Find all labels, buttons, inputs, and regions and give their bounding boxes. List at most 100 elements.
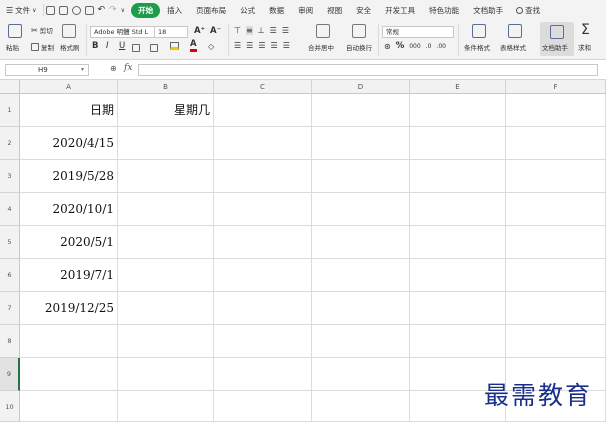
clear-format-button[interactable]: ◇	[208, 42, 214, 51]
thousands-button[interactable]: 000	[409, 43, 420, 50]
file-menu[interactable]: ☰ 文件 ∨	[6, 5, 43, 16]
decrease-decimal-icon[interactable]: .00	[436, 43, 446, 50]
cell-a4[interactable]: 2020/10/1	[20, 193, 118, 226]
cell-a2[interactable]: 2020/4/15	[20, 127, 118, 160]
row-header-6[interactable]: 6	[0, 259, 20, 292]
grid-cell[interactable]	[118, 292, 214, 325]
cell-a7[interactable]: 2019/12/25	[20, 292, 118, 325]
print-preview-icon[interactable]	[84, 5, 94, 15]
grid-cell[interactable]	[410, 94, 506, 127]
name-box[interactable]: H9 ▾	[5, 64, 89, 76]
save-icon[interactable]	[45, 5, 55, 15]
tab-data[interactable]: 数据	[262, 3, 291, 18]
grid-cell[interactable]	[214, 226, 312, 259]
grid-cell[interactable]	[118, 358, 214, 391]
grid-cell[interactable]	[312, 358, 410, 391]
grid-cell[interactable]	[506, 226, 606, 259]
grid-cell[interactable]	[118, 160, 214, 193]
undo-icon[interactable]: ↶	[98, 5, 106, 15]
sum-icon[interactable]: Σ	[581, 22, 590, 38]
grid-cell[interactable]	[312, 292, 410, 325]
tab-home[interactable]: 开始	[131, 2, 161, 18]
grid-cell[interactable]	[118, 259, 214, 292]
wrap-text-button[interactable]	[352, 24, 366, 38]
cell-style-button[interactable]	[150, 43, 158, 52]
select-all-corner[interactable]	[0, 80, 20, 94]
grid-cell[interactable]	[214, 358, 312, 391]
tab-security[interactable]: 安全	[349, 3, 378, 18]
tab-doc-assistant[interactable]: 文档助手	[466, 3, 510, 18]
grid-cell[interactable]	[20, 358, 118, 391]
outdent-icon[interactable]: ☰	[282, 26, 289, 35]
column-header-a[interactable]: A	[20, 80, 118, 94]
merge-center-button[interactable]	[316, 24, 330, 38]
zoom-icon[interactable]: ⊕	[110, 64, 117, 73]
grid-cell[interactable]	[312, 325, 410, 358]
grid-cell[interactable]	[118, 391, 214, 422]
cell-a6[interactable]: 2019/7/1	[20, 259, 118, 292]
font-size-select[interactable]: 18	[154, 26, 188, 38]
tab-view[interactable]: 视图	[320, 3, 349, 18]
grid-cell[interactable]	[20, 391, 118, 422]
justify-icon[interactable]: ☰	[271, 41, 278, 50]
tab-page-layout[interactable]: 页面布局	[189, 3, 233, 18]
column-header-b[interactable]: B	[118, 80, 214, 94]
grid-cell[interactable]	[20, 325, 118, 358]
indent-icon[interactable]: ☰	[270, 26, 277, 35]
align-center-icon[interactable]: ☰	[246, 41, 253, 50]
italic-button[interactable]: I	[106, 41, 109, 51]
chevron-down-icon[interactable]: ∨	[121, 7, 125, 14]
grid-cell[interactable]	[214, 259, 312, 292]
column-header-e[interactable]: E	[410, 80, 506, 94]
fx-label[interactable]: fx	[124, 63, 132, 73]
copy-button[interactable]: 复制	[31, 42, 54, 52]
grid-cell[interactable]	[410, 127, 506, 160]
tab-special-features[interactable]: 特色功能	[422, 3, 466, 18]
formula-input[interactable]	[138, 64, 598, 76]
align-right-icon[interactable]: ☰	[258, 41, 265, 50]
search-button[interactable]: 查找	[510, 3, 546, 18]
grid-cell[interactable]	[410, 292, 506, 325]
grid-cell[interactable]	[410, 160, 506, 193]
row-header-1[interactable]: 1	[0, 94, 20, 127]
bold-button[interactable]: B	[92, 41, 98, 51]
grid-cell[interactable]	[214, 160, 312, 193]
grid-cell[interactable]	[214, 325, 312, 358]
table-style-button[interactable]	[508, 24, 522, 38]
align-left-icon[interactable]: ☰	[234, 41, 241, 50]
doc-assistant-button[interactable]: 文档助手	[540, 22, 574, 56]
conditional-format-button[interactable]	[472, 24, 486, 38]
grid-cell[interactable]	[506, 193, 606, 226]
grid-cell[interactable]	[214, 94, 312, 127]
column-header-d[interactable]: D	[312, 80, 410, 94]
grid-cell[interactable]	[312, 259, 410, 292]
format-painter-button[interactable]	[62, 24, 76, 38]
underline-button[interactable]: U	[119, 41, 125, 51]
row-header-4[interactable]: 4	[0, 193, 20, 226]
cell-b1[interactable]: 星期几	[118, 94, 214, 127]
tab-insert[interactable]: 插入	[160, 3, 189, 18]
grid-cell[interactable]	[410, 325, 506, 358]
grid-cell[interactable]	[118, 127, 214, 160]
grid-cell[interactable]	[312, 94, 410, 127]
row-header-10[interactable]: 10	[0, 391, 20, 422]
grid-cell[interactable]	[410, 259, 506, 292]
shrink-font-button[interactable]: A⁻	[210, 26, 221, 36]
row-header-2[interactable]: 2	[0, 127, 20, 160]
grid-cell[interactable]	[118, 226, 214, 259]
row-header-5[interactable]: 5	[0, 226, 20, 259]
align-top-icon[interactable]: ⊤	[234, 26, 241, 35]
cell-a5[interactable]: 2020/5/1	[20, 226, 118, 259]
print-icon[interactable]	[71, 5, 81, 15]
tab-formulas[interactable]: 公式	[233, 3, 262, 18]
grid-cell[interactable]	[312, 127, 410, 160]
export-pdf-icon[interactable]	[58, 5, 68, 15]
align-middle-icon[interactable]: ≡	[245, 26, 253, 35]
currency-icon[interactable]: ⊛	[384, 42, 391, 51]
row-header-7[interactable]: 7	[0, 292, 20, 325]
fill-color-button[interactable]	[170, 42, 179, 52]
grow-font-button[interactable]: A⁺	[194, 26, 205, 36]
percent-button[interactable]: %	[396, 41, 405, 51]
tab-developer[interactable]: 开发工具	[378, 3, 422, 18]
cut-button[interactable]: ✂ 剪切	[31, 25, 53, 36]
